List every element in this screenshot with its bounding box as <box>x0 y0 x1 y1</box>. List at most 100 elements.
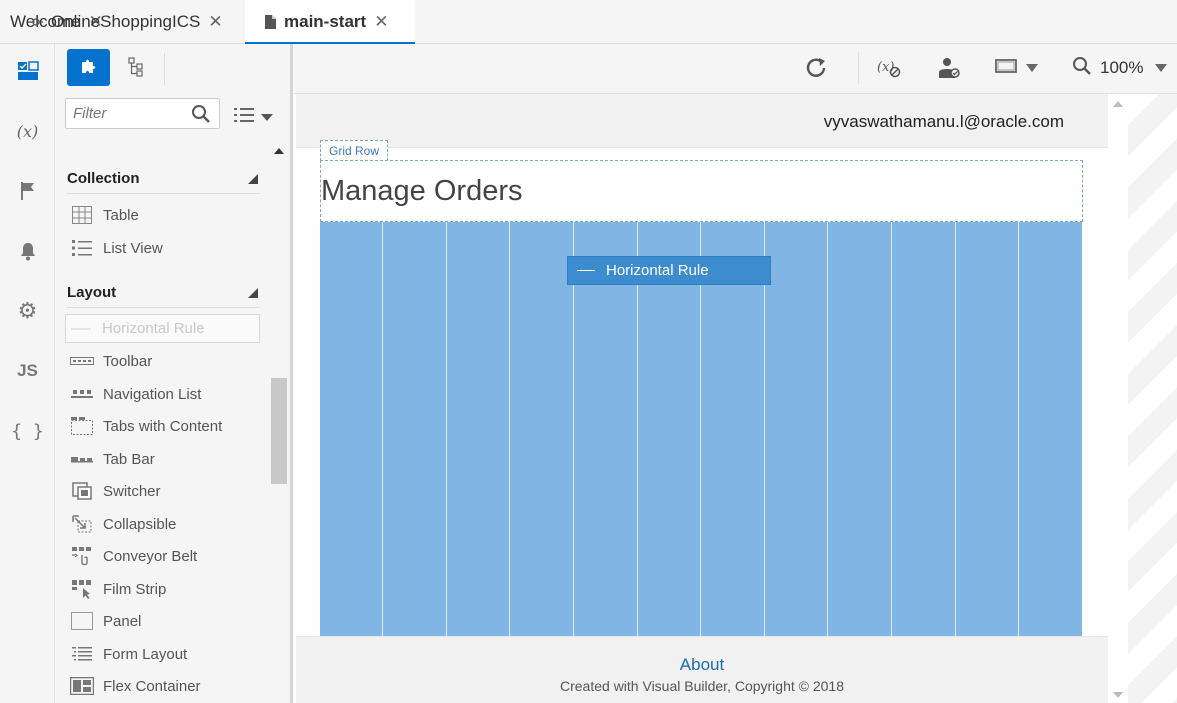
component-horizontal-rule[interactable]: Horizontal Rule <box>65 314 260 343</box>
switcher-icon <box>70 481 94 501</box>
grid-row-tag[interactable]: Grid Row <box>320 140 389 161</box>
tab-label: OnlineShoppingICS <box>51 12 201 31</box>
filter-input[interactable] <box>66 99 181 128</box>
component-label: Collapsible <box>103 515 177 533</box>
component-toolbar[interactable]: Toolbar <box>67 347 260 375</box>
grid-row[interactable]: Manage Orders <box>320 160 1083 222</box>
service-connection-icon <box>29 16 43 28</box>
component-collapsible[interactable]: Collapsible <box>67 510 260 538</box>
component-label: Navigation List <box>103 385 202 403</box>
component-list-view[interactable]: List View <box>67 234 260 262</box>
component-panel[interactable]: Panel <box>67 607 260 635</box>
refresh-icon[interactable] <box>805 56 829 80</box>
component-label: Conveyor Belt <box>103 547 198 565</box>
component-switcher[interactable]: Switcher <box>67 477 260 505</box>
component-tabs-with-content[interactable]: Tabs with Content <box>67 412 260 440</box>
drag-preview[interactable]: Horizontal Rule <box>567 256 771 285</box>
collapsible-icon <box>70 514 94 534</box>
flag-icon[interactable] <box>0 176 55 206</box>
list-view-icon <box>70 238 94 258</box>
canvas-scrollbar[interactable] <box>1108 94 1128 703</box>
component-flex-container[interactable]: Flex Container <box>67 672 260 700</box>
toolbar-divider <box>858 52 859 84</box>
chevron-down-icon <box>261 114 273 121</box>
component-navigation-list[interactable]: Navigation List <box>67 380 260 408</box>
tab-onlineshoppingics[interactable]: OnlineShoppingICS ✕ <box>0 0 245 44</box>
tab-bar-icon <box>70 449 94 469</box>
toolbar-divider <box>164 53 165 85</box>
components-icon[interactable] <box>67 49 110 86</box>
grid-column-divider <box>446 222 447 636</box>
panel-scrollbar[interactable] <box>270 144 288 703</box>
page-title[interactable]: Manage Orders <box>321 175 523 208</box>
page-header[interactable]: vyvaswathamanu.l@oracle.com <box>296 94 1108 148</box>
about-link[interactable]: About <box>296 655 1108 675</box>
role-icon[interactable] <box>938 56 960 80</box>
navigator-rail: (x) ⚙ JS { } <box>0 44 55 703</box>
search-icon[interactable] <box>191 104 211 129</box>
js-icon[interactable]: JS <box>0 356 55 386</box>
component-label: List View <box>103 239 163 257</box>
section-title: Collection <box>67 170 140 187</box>
drag-preview-label: Horizontal Rule <box>606 262 709 279</box>
component-label: Table <box>103 206 139 224</box>
page-designer-icon[interactable] <box>0 56 55 86</box>
close-icon[interactable]: ✕ <box>374 12 388 32</box>
bell-icon[interactable] <box>0 236 55 266</box>
editor-tab-bar: Welcome ✕ OnlineShoppingICS ✕ main-start… <box>0 0 1177 45</box>
collapse-triangle-icon[interactable] <box>248 174 258 184</box>
scroll-up-arrow-icon[interactable] <box>274 148 284 154</box>
list-icon <box>233 106 255 129</box>
page-file-icon <box>265 15 276 29</box>
film-strip-icon <box>70 579 94 599</box>
variables-toggle-icon[interactable]: (x) <box>877 56 901 80</box>
zoom-value: 100% <box>1100 58 1144 77</box>
grid-column-divider <box>891 222 892 636</box>
chevron-down-icon <box>1026 64 1038 72</box>
variables-icon[interactable]: (x) <box>0 116 55 146</box>
component-label: Switcher <box>103 482 161 500</box>
section-collection[interactable]: Collection <box>67 168 260 194</box>
component-label: Film Strip <box>103 580 167 598</box>
close-icon[interactable]: ✕ <box>208 12 222 32</box>
component-form-layout[interactable]: Form Layout <box>67 640 260 668</box>
tab-label: main-start <box>284 12 367 31</box>
structure-icon[interactable] <box>125 56 147 78</box>
zoom-dropdown[interactable]: 100% <box>1072 56 1168 81</box>
gear-icon[interactable]: ⚙ <box>0 296 55 326</box>
scroll-up-arrow-icon[interactable] <box>1113 101 1123 107</box>
scroll-down-arrow-icon[interactable] <box>1113 692 1123 698</box>
table-icon <box>70 205 94 225</box>
tabs-icon <box>70 416 94 436</box>
component-label: Tab Bar <box>103 450 155 468</box>
view-mode-dropdown[interactable] <box>233 106 273 129</box>
collapse-triangle-icon[interactable] <box>248 288 258 298</box>
toolbar-icon <box>70 351 94 371</box>
grid-column-divider <box>1018 222 1019 636</box>
filter-field[interactable] <box>65 98 220 129</box>
component-label: Flex Container <box>103 677 201 695</box>
component-label: Panel <box>103 612 142 630</box>
grid-column-divider <box>827 222 828 636</box>
monitor-icon <box>995 58 1017 79</box>
horizontal-rule-icon <box>577 270 595 271</box>
component-film-strip[interactable]: Film Strip <box>67 575 260 603</box>
component-tab-bar[interactable]: Tab Bar <box>67 445 260 473</box>
page-footer: About Created with Visual Builder, Copyr… <box>296 636 1108 703</box>
json-braces-icon[interactable]: { } <box>0 416 55 446</box>
tab-main-start[interactable]: main-start ✕ <box>245 0 415 45</box>
grid-column-divider <box>382 222 383 636</box>
section-title: Layout <box>67 284 117 301</box>
form-layout-icon <box>70 644 94 664</box>
component-table[interactable]: Table <box>67 201 260 229</box>
designer-toolbar: (x) 100% <box>293 44 1177 94</box>
zoom-icon <box>1072 56 1092 81</box>
panel-toolbar <box>55 44 293 94</box>
device-size-dropdown[interactable] <box>995 56 1038 80</box>
copyright-text: Created with Visual Builder, Copyright ©… <box>560 678 844 694</box>
component-label: Form Layout <box>103 645 188 663</box>
component-conveyor-belt[interactable]: Conveyor Belt <box>67 542 260 570</box>
section-layout[interactable]: Layout <box>67 282 260 308</box>
conveyor-belt-icon <box>70 546 94 566</box>
scroll-thumb[interactable] <box>271 378 287 484</box>
